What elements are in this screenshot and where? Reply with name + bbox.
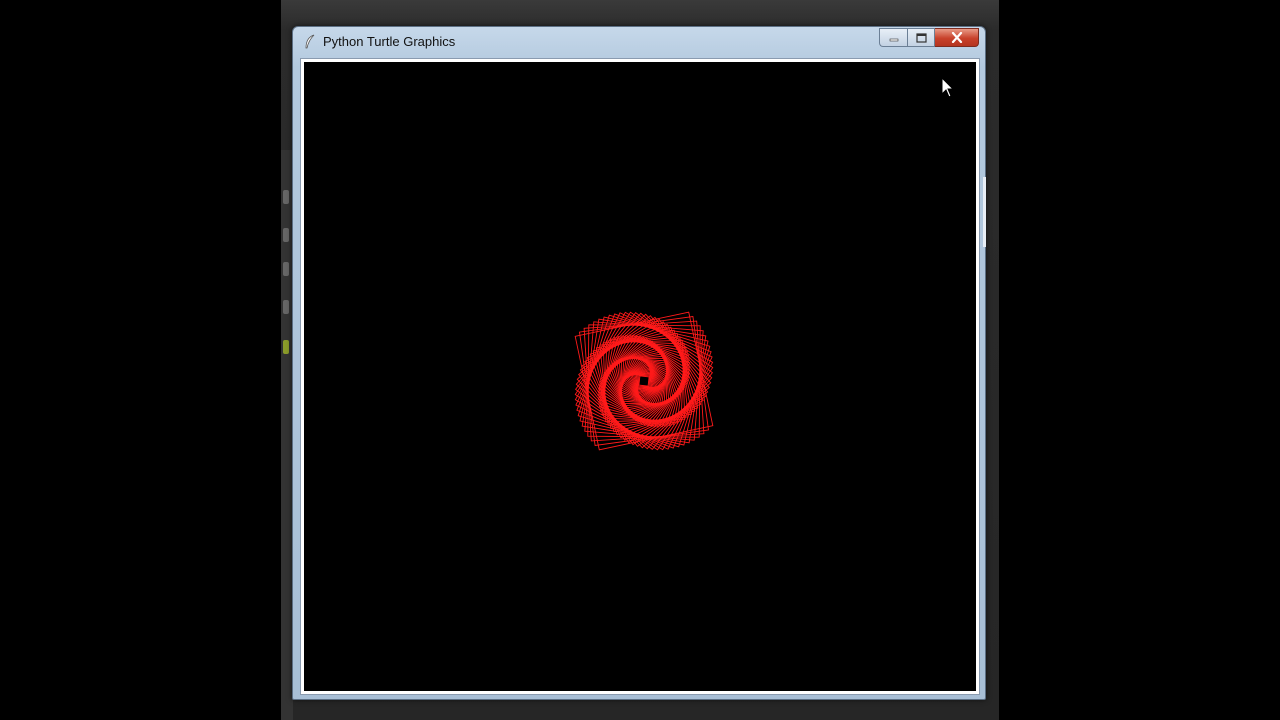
feather-icon [305, 34, 315, 49]
mouse-cursor-icon [941, 77, 955, 98]
close-icon [951, 32, 962, 43]
spiral-square [574, 311, 714, 451]
close-button[interactable] [935, 28, 979, 47]
spiral-square [574, 311, 714, 451]
spiral-square [638, 375, 650, 387]
canvas-frame [300, 58, 980, 695]
spiral-square [599, 336, 689, 426]
square-spiral-drawing [574, 311, 714, 451]
title-bar[interactable]: Python Turtle Graphics [293, 27, 985, 57]
window-controls [879, 28, 979, 48]
minimize-button[interactable] [879, 28, 907, 47]
window-edge-highlight [983, 177, 986, 247]
turtle-graphics-window: Python Turtle Graphics [292, 26, 986, 700]
spiral-square [577, 314, 711, 448]
spiral-square [598, 335, 690, 427]
spiral-square [620, 357, 668, 405]
spiral-square [609, 346, 679, 416]
spiral-square [599, 336, 689, 426]
spiral-square [620, 357, 668, 405]
spiral-square [598, 335, 690, 427]
maximize-icon [915, 32, 927, 43]
turtle-canvas[interactable] [304, 62, 976, 691]
spiral-square [574, 311, 714, 451]
window-title: Python Turtle Graphics [323, 34, 456, 49]
minimize-icon [889, 38, 898, 41]
spiral-square [602, 339, 686, 423]
maximize-button[interactable] [907, 28, 935, 47]
spiral-square [574, 311, 714, 451]
spiral-square [578, 315, 710, 447]
spiral-square [624, 361, 664, 401]
